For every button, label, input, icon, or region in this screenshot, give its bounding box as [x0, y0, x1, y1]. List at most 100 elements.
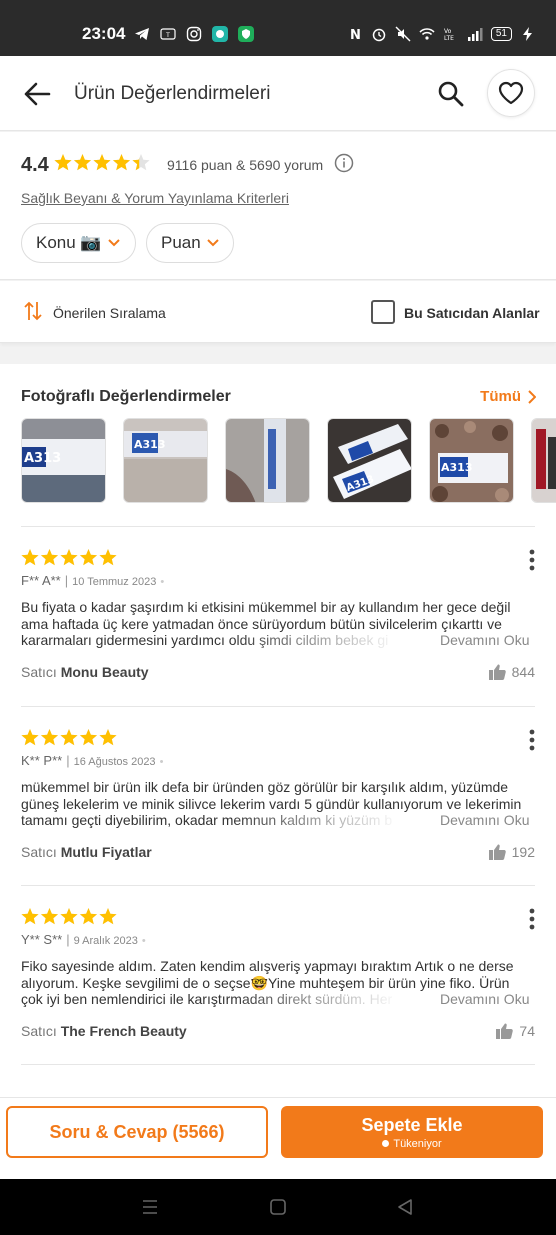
info-icon[interactable] [334, 153, 354, 173]
review-card: K** P** | 16 Ağustos 2023 • mükemmel bir ür… [0, 706, 556, 886]
meta-dot: • [159, 756, 164, 768]
more-options-icon[interactable] [523, 548, 541, 572]
review-photo[interactable] [531, 418, 556, 503]
star-filled [99, 729, 117, 746]
divider [21, 885, 535, 886]
stock-status: Tükeniyor [382, 1137, 442, 1150]
rating-filter-chip[interactable]: Puan [146, 223, 234, 263]
telegram-icon [135, 28, 149, 40]
star-filled [79, 908, 98, 925]
svg-text:T: T [165, 32, 170, 39]
meta-separator: | [66, 932, 70, 947]
seller-name[interactable]: The French Beauty [61, 1023, 187, 1039]
seller-name[interactable]: Monu Beauty [61, 664, 149, 680]
more-options-icon[interactable] [523, 907, 541, 931]
stock-status-label: Tükeniyor [393, 1137, 442, 1150]
rating-summary: 4.4 9116 puan & 5690 yorum Sağlık Beyanı… [0, 132, 556, 280]
questions-answers-button[interactable]: Soru & Cevap (5566) [6, 1106, 268, 1158]
star-filled [21, 549, 39, 566]
star-filled [79, 549, 98, 566]
sort-icon[interactable] [24, 300, 42, 322]
star-filled [73, 154, 92, 171]
rating-filter-label: Puan [161, 233, 201, 252]
divider [21, 1064, 535, 1065]
meta-dot: • [141, 935, 146, 947]
instagram-icon [186, 26, 202, 42]
like-count: 844 [511, 664, 535, 680]
recent-apps-icon[interactable] [140, 1197, 160, 1217]
photo-thumbnails: A313 A313 A313 A313 [21, 418, 556, 503]
svg-text:N: N [350, 28, 361, 42]
add-to-cart-button[interactable]: Sepete Ekle Tükeniyor [281, 1106, 543, 1158]
read-more-link[interactable]: Devamını Oku [436, 991, 530, 1007]
chevron-down-icon [107, 239, 120, 247]
review-photo[interactable]: A313 [123, 418, 208, 503]
like-button[interactable]: 74 [496, 1023, 535, 1039]
star-filled [99, 908, 117, 925]
review-meta: Y** S** | 9 Aralık 2023 • [21, 932, 146, 947]
nfc-icon: N [350, 28, 361, 42]
star-filled [40, 549, 59, 566]
back-arrow-icon[interactable] [22, 80, 52, 108]
favorite-button[interactable] [487, 69, 535, 117]
svg-text:A313: A313 [441, 461, 472, 474]
back-icon[interactable] [395, 1197, 415, 1217]
see-all-link[interactable]: Tümü [480, 388, 536, 405]
alarm-icon [372, 28, 386, 42]
search-icon[interactable] [437, 80, 465, 108]
photo-reviews-title: Fotoğraflı Değerlendirmeler [21, 388, 231, 405]
like-button[interactable]: 192 [488, 844, 535, 860]
chevron-right-icon [528, 389, 536, 404]
see-all-label: Tümü [480, 388, 521, 405]
star-filled [54, 154, 72, 171]
star-filled [60, 549, 78, 566]
page-title: Ürün Değerlendirmeleri [74, 83, 271, 104]
review-author: F** A** [21, 573, 61, 588]
meta-separator: | [66, 753, 70, 768]
average-rating: 4.4 [21, 154, 49, 176]
thumbs-up-icon [488, 664, 506, 680]
seller-prefix: Satıcı [21, 844, 57, 860]
status-time: 23:04 [82, 24, 126, 43]
thumbs-up-icon [496, 1023, 514, 1039]
status-bar: 23:04 T N Vo LTE 51 [0, 0, 556, 56]
read-more-link[interactable]: Devamını Oku [436, 632, 530, 648]
criteria-link[interactable]: Sağlık Beyanı & Yorum Yayınlama Kriterle… [21, 190, 289, 206]
seller-name[interactable]: Mutlu Fiyatlar [61, 844, 152, 860]
review-meta: F** A** | 10 Temmuz 2023 • [21, 573, 164, 588]
review-photo[interactable] [225, 418, 310, 503]
status-dot [382, 1140, 390, 1147]
meta-separator: | [64, 573, 69, 588]
sort-label[interactable]: Önerilen Sıralama [53, 305, 166, 321]
vpn-shield-icon [238, 26, 254, 42]
battery-level: 51 [490, 27, 512, 41]
chevron-down-icon [206, 239, 219, 247]
more-options-icon[interactable] [523, 728, 541, 752]
reviews-content: Fotoğraflı Değerlendirmeler Tümü A313 A3… [0, 364, 556, 1104]
wifi-icon [419, 28, 435, 40]
like-button[interactable]: 844 [488, 664, 535, 680]
review-photo[interactable]: A313 [429, 418, 514, 503]
home-icon[interactable] [268, 1197, 288, 1217]
read-more-link[interactable]: Devamını Oku [436, 812, 530, 828]
seller-filter-checkbox[interactable] [371, 300, 395, 324]
review-photo[interactable]: A313 [327, 418, 412, 503]
review-card: Y** S** | 9 Aralık 2023 • Fiko sayesinde al… [0, 885, 556, 1065]
divider [21, 526, 535, 527]
review-photo[interactable]: A313 [21, 418, 106, 503]
mute-icon [395, 26, 411, 42]
seller-prefix: Satıcı [21, 1023, 57, 1039]
svg-text:A313: A313 [24, 451, 61, 466]
temu-icon: T [160, 28, 176, 40]
rating-stars [54, 154, 150, 171]
star-filled [112, 154, 131, 171]
topic-filter-chip[interactable]: Konu 📷 [21, 223, 136, 263]
seller-filter-label[interactable]: Bu Satıcıdan Alanlar [404, 305, 540, 321]
star-filled [21, 729, 39, 746]
review-date: 16 Ağustos 2023 [73, 756, 156, 768]
star-filled [21, 908, 39, 925]
star-filled [40, 729, 59, 746]
review-author: K** P** [21, 753, 63, 768]
heart-icon [498, 81, 524, 105]
star-filled [99, 549, 117, 566]
